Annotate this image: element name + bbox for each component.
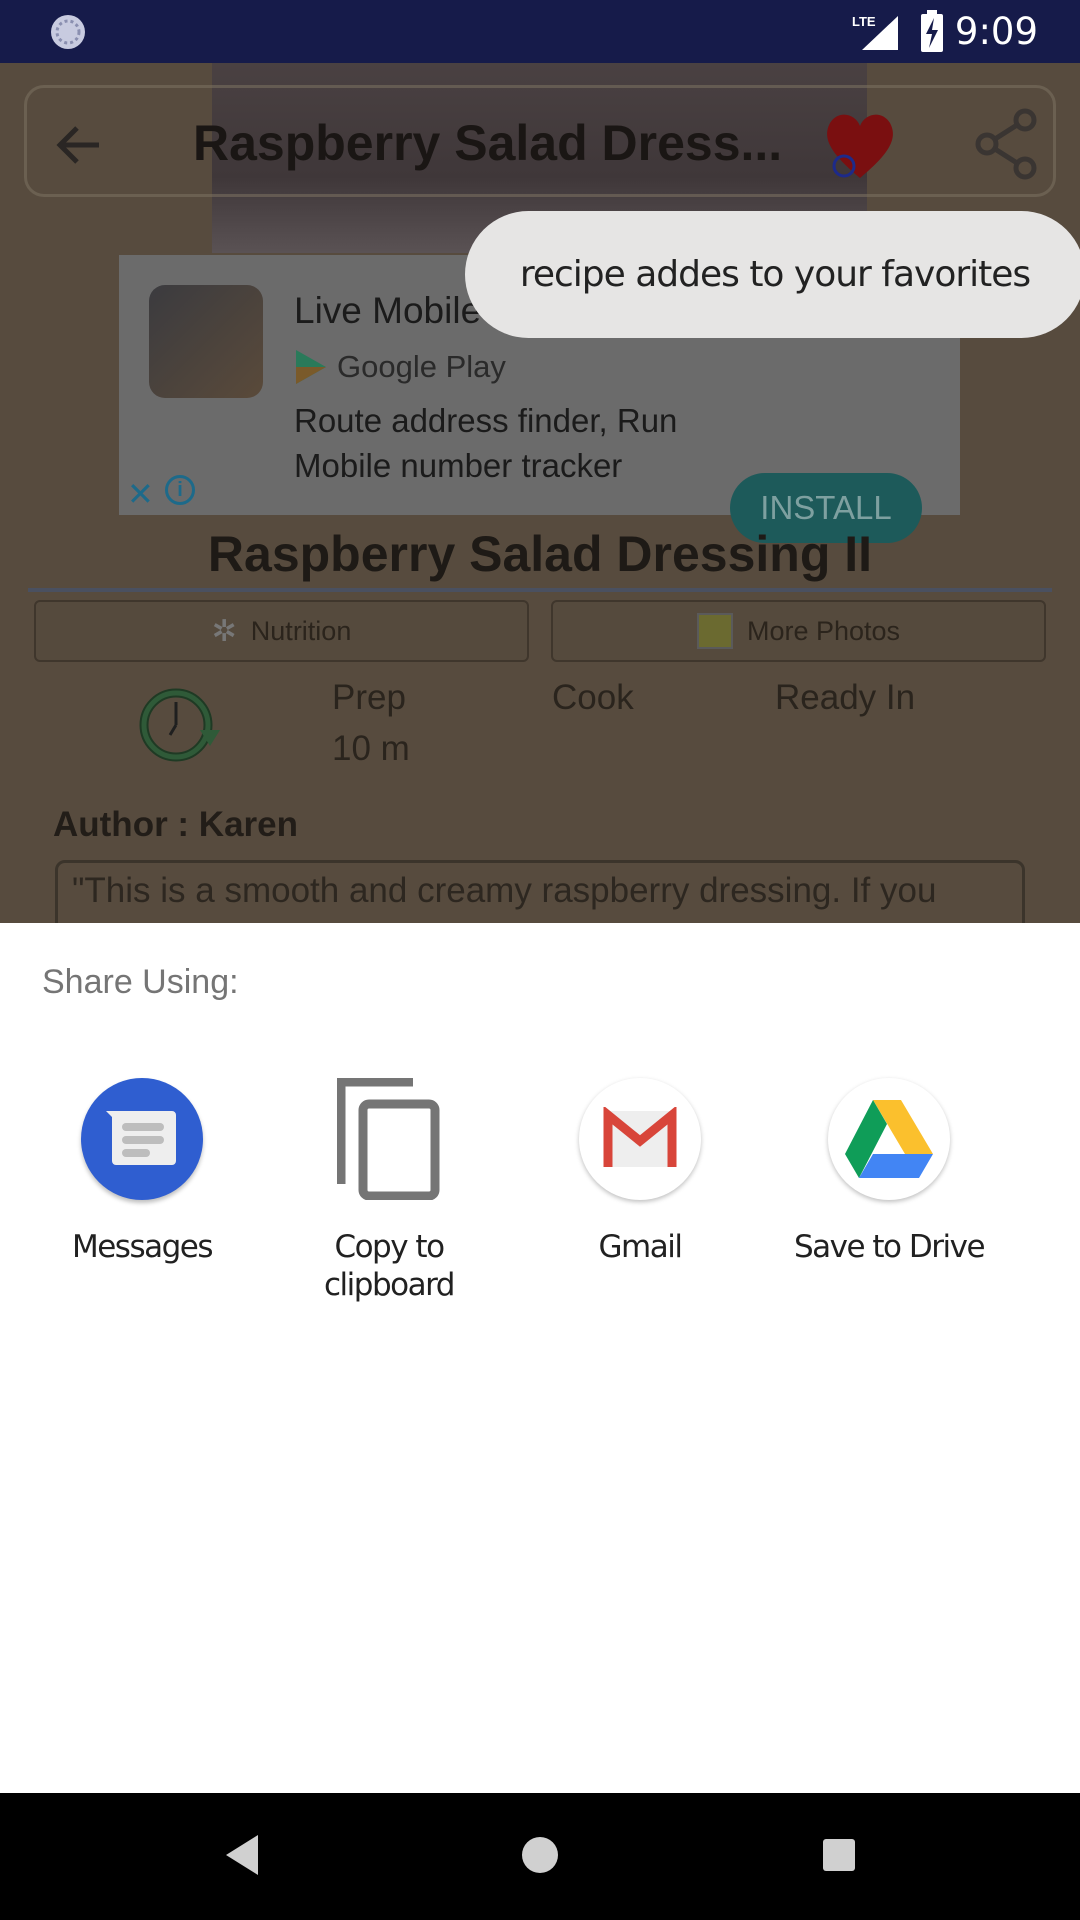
ad-description-1: Route address finder, Run — [294, 402, 678, 439]
heart-icon[interactable] — [820, 108, 900, 183]
nutrition-label: Nutrition — [250, 615, 352, 646]
share-target-label: Copy to clipboard — [324, 1229, 455, 1303]
home-icon[interactable] — [520, 1835, 560, 1875]
recents-icon[interactable] — [821, 1837, 857, 1873]
copy-icon — [328, 1078, 450, 1200]
navigation-bar — [0, 1793, 1080, 1920]
nutrition-icon: ✲ — [211, 614, 237, 648]
author: Author : Karen — [53, 805, 298, 844]
app-bar: Raspberry Salad Dress... — [24, 85, 1056, 197]
description-box: "This is a smooth and creamy raspberry d… — [55, 860, 1025, 923]
ad-store: Google Play — [337, 349, 506, 384]
ad-close-icon[interactable]: ✕ — [127, 475, 154, 513]
photos-icon — [696, 613, 733, 649]
lte-signal-icon: LTE — [852, 14, 898, 50]
share-target-copy[interactable]: Copy to clipboard — [264, 1078, 514, 1304]
app-bar-title: Raspberry Salad Dress... — [193, 115, 783, 171]
share-target-gmail[interactable]: Gmail — [515, 1078, 765, 1266]
share-target-label: Messages — [71, 1229, 214, 1265]
ad-info-icon[interactable]: i — [165, 475, 195, 505]
share-icon[interactable] — [973, 108, 1041, 180]
ad-app-icon — [149, 285, 263, 398]
share-target-label: Gmail — [598, 1229, 683, 1265]
ad-description-2: Mobile number tracker — [294, 447, 623, 484]
status-bar: LTE 9:09 — [0, 0, 1080, 63]
svg-text:LTE: LTE — [852, 14, 876, 29]
prep-value: 10 m — [332, 729, 410, 768]
more-photos-label: More Photos — [746, 615, 901, 646]
clock-timer-icon — [139, 688, 220, 762]
more-photos-button[interactable]: More Photos — [551, 600, 1046, 662]
google-drive-icon — [828, 1078, 950, 1200]
share-sheet-title: Share Using: — [42, 963, 239, 1001]
share-sheet: Share Using: Messages Copy to clipboard … — [0, 923, 1080, 1793]
messages-icon — [81, 1078, 203, 1200]
sync-icon — [51, 15, 85, 49]
toast: recipe addes to your favorites — [465, 211, 1080, 338]
divider — [28, 588, 1052, 592]
google-play-icon — [296, 350, 326, 384]
share-target-label: Save to Drive — [793, 1229, 986, 1265]
battery-charging-icon — [921, 10, 943, 52]
cook-label: Cook — [552, 678, 634, 717]
recipe-title: Raspberry Salad Dressing II — [207, 526, 873, 582]
share-target-messages[interactable]: Messages — [17, 1078, 267, 1266]
recipe-page-dimmed: Raspberry Salad Dress... Live Mobile Num… — [0, 63, 1080, 923]
ready-in-label: Ready In — [775, 678, 916, 717]
gmail-icon — [579, 1078, 701, 1200]
prep-label: Prep — [332, 678, 406, 717]
back-arrow-icon[interactable] — [53, 120, 103, 170]
nutrition-button[interactable]: ✲ Nutrition — [34, 600, 529, 662]
back-icon[interactable] — [222, 1833, 262, 1877]
clock: 9:09 — [954, 10, 1038, 53]
share-target-drive[interactable]: Save to Drive — [764, 1078, 1014, 1266]
